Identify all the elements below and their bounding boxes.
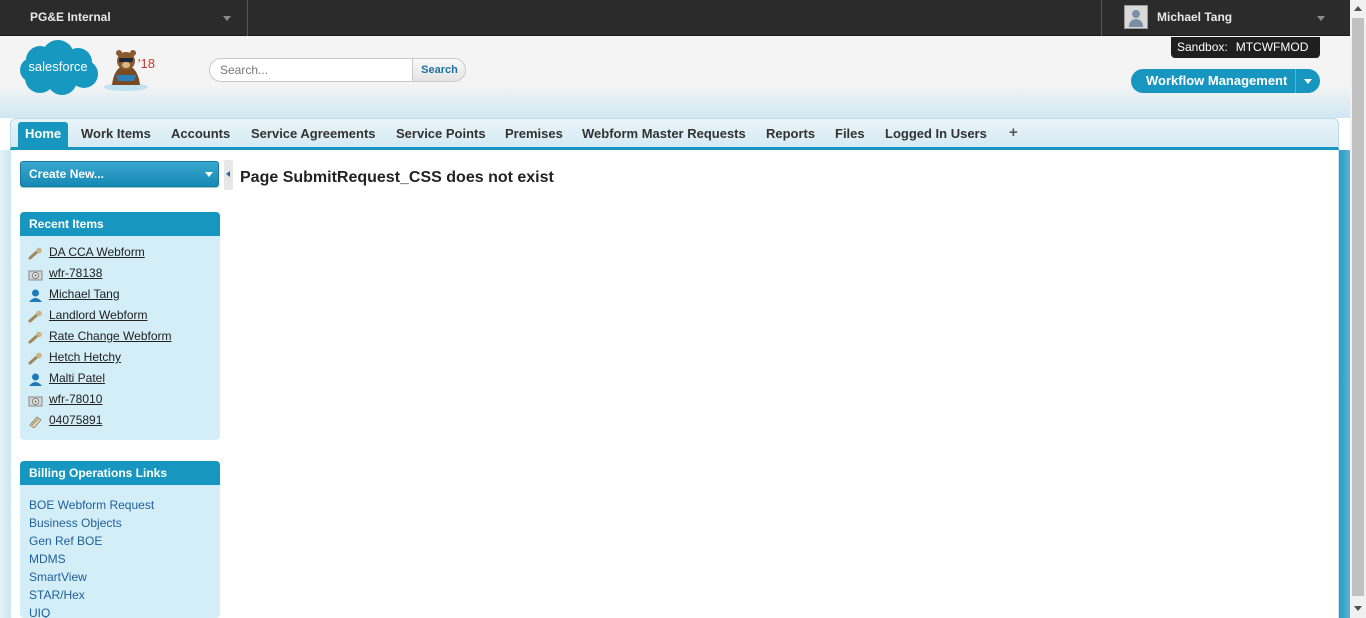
- recent-item-link[interactable]: Hetch Hetchy: [49, 350, 121, 364]
- user-icon: [29, 373, 42, 386]
- avatar: [1124, 5, 1148, 29]
- recent-item-link[interactable]: DA CCA Webform: [49, 245, 145, 259]
- recent-item-link[interactable]: Landlord Webform: [49, 308, 148, 322]
- tab-service-points[interactable]: Service Points: [389, 125, 493, 147]
- chevron-down-icon: [1317, 16, 1325, 21]
- billing-link[interactable]: UIQ: [29, 606, 50, 618]
- create-new-button[interactable]: Create New...: [20, 161, 219, 187]
- billing-link[interactable]: Gen Ref BOE: [29, 534, 102, 548]
- app-switcher-label: Workflow Management: [1146, 73, 1288, 88]
- chevron-down-icon: [1304, 79, 1312, 84]
- billing-link[interactable]: SmartView: [29, 570, 87, 584]
- tab-files[interactable]: Files: [828, 125, 872, 147]
- tab-logged-in-users[interactable]: Logged In Users: [878, 125, 994, 147]
- app-switcher[interactable]: Workflow Management: [1131, 69, 1320, 93]
- logo-text: salesforce: [28, 59, 87, 74]
- sandbox-badge: Sandbox: MTCWFMOD: [1171, 37, 1320, 58]
- global-search: Search: [209, 58, 466, 82]
- org-name: PG&E Internal: [30, 10, 111, 24]
- user-name: Michael Tang: [1157, 10, 1233, 24]
- wrench-icon: [28, 331, 42, 344]
- tab-home[interactable]: Home: [18, 122, 69, 148]
- sandbox-value: MTCWFMOD: [1235, 40, 1309, 54]
- scroll-up-icon[interactable]: [1354, 6, 1362, 11]
- wrench-icon: [28, 247, 42, 260]
- page-error-message: Page SubmitRequest_CSS does not exist: [240, 169, 554, 186]
- mascot-icon: '18: [104, 50, 155, 91]
- chevron-down-icon: [205, 172, 213, 177]
- sandbox-label: Sandbox:: [1177, 40, 1228, 54]
- salesforce-logo[interactable]: salesforce: [18, 40, 100, 97]
- tab-service-agreements[interactable]: Service Agreements: [244, 125, 383, 147]
- gears-icon: [28, 396, 43, 407]
- page-scrollbar[interactable]: [1350, 0, 1366, 618]
- tab-webform-master-requests[interactable]: Webform Master Requests: [575, 125, 753, 147]
- case-icon: [29, 416, 42, 428]
- scroll-thumb[interactable]: [1352, 18, 1364, 596]
- recent-item-link[interactable]: Rate Change Webform: [49, 329, 172, 343]
- search-input[interactable]: [210, 59, 412, 81]
- recent-item-link[interactable]: Michael Tang: [49, 287, 120, 301]
- user-icon: [29, 289, 42, 302]
- recent-item-link[interactable]: 04075891: [49, 413, 102, 427]
- billing-link[interactable]: BOE Webform Request: [29, 498, 154, 512]
- org-switcher[interactable]: PG&E Internal: [0, 0, 248, 36]
- right-frame: [1339, 150, 1350, 618]
- billing-link[interactable]: Business Objects: [29, 516, 122, 530]
- left-frame: [0, 150, 10, 618]
- tab-work-items[interactable]: Work Items: [74, 125, 158, 147]
- recent-item-link[interactable]: Malti Patel: [49, 371, 105, 385]
- tab-bar: Home Work Items Accounts Service Agreeme…: [10, 118, 1339, 150]
- tab-accounts[interactable]: Accounts: [164, 125, 237, 147]
- billing-links-header: Billing Operations Links: [20, 461, 220, 485]
- gears-icon: [28, 270, 43, 281]
- mascot-badge: '18: [138, 56, 155, 71]
- search-button[interactable]: Search: [412, 59, 465, 81]
- tab-reports[interactable]: Reports: [759, 125, 822, 147]
- recent-item-link[interactable]: wfr-78138: [49, 266, 102, 280]
- recent-items-panel: DA CCA Webform wfr-78138 Michael Tang La…: [20, 236, 220, 440]
- create-new-label: Create New...: [29, 167, 104, 181]
- all-tabs-plus-icon[interactable]: +: [1009, 124, 1018, 141]
- sidebar-collapse-handle[interactable]: [224, 160, 233, 190]
- billing-link[interactable]: MDMS: [29, 552, 66, 566]
- tab-premises[interactable]: Premises: [498, 125, 570, 147]
- billing-link[interactable]: STAR/Hex: [29, 588, 85, 602]
- billing-links-panel: BOE Webform Request Business Objects Gen…: [20, 485, 220, 618]
- wrench-icon: [28, 352, 42, 365]
- user-menu[interactable]: Michael Tang: [1101, 0, 1350, 36]
- chevron-down-icon: [223, 16, 231, 21]
- recent-items-header: Recent Items: [20, 212, 220, 236]
- scroll-down-icon[interactable]: [1354, 606, 1362, 611]
- recent-item-link[interactable]: wfr-78010: [49, 392, 102, 406]
- global-header: PG&E Internal Michael Tang: [0, 0, 1350, 36]
- wrench-icon: [28, 310, 42, 323]
- app-switcher-divider: [1295, 69, 1296, 93]
